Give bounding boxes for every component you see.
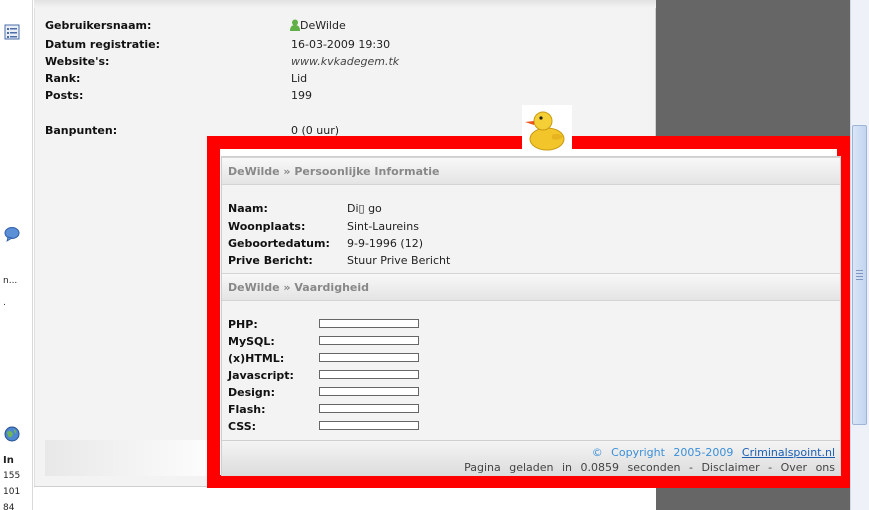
info-value-city: Sint-Laureins <box>347 220 419 233</box>
info-label-name: Naam: <box>228 202 268 215</box>
strip-heading: In <box>3 455 14 466</box>
profile-value-website-link[interactable]: www.kvkadegem.tk <box>291 55 399 68</box>
skill-label-css: CSS: <box>228 420 257 433</box>
disclaimer-link[interactable]: Disclaimer <box>701 461 759 474</box>
skill-label-php: PHP: <box>228 318 258 331</box>
skill-bar-mysql <box>319 336 419 345</box>
separator: - <box>768 461 773 474</box>
skill-bar-javascript <box>319 370 419 379</box>
skill-bar-php <box>319 319 419 328</box>
strip-count: 101 <box>3 487 21 497</box>
strip-text-dot: . <box>3 298 6 308</box>
profile-label-rank: Rank: <box>45 72 81 85</box>
copyright-link[interactable]: Criminalspoint.nl <box>742 446 835 459</box>
skill-bar-css <box>319 421 419 430</box>
left-sidebar-strip: n... . In 155 101 84 <box>0 0 33 510</box>
skill-bar-design <box>319 387 419 396</box>
profile-label-posts: Posts: <box>45 89 84 102</box>
list-icon[interactable] <box>4 24 20 40</box>
scroll-grip <box>856 273 863 274</box>
profile-topbar <box>34 0 656 8</box>
skill-label-xhtml: (x)HTML: <box>228 352 285 365</box>
profile-label-username: Gebruikersnaam: <box>45 19 152 32</box>
duck-avatar <box>522 105 572 153</box>
details-panel <box>221 156 841 476</box>
scroll-grip <box>856 279 863 280</box>
strip-text-truncated: n... <box>3 276 18 286</box>
profile-value-rank: Lid <box>291 72 308 85</box>
load-time-text: Pagina geladen in 0.0859 seconden <box>464 461 681 474</box>
username-text: DeWilde <box>300 19 346 32</box>
speech-bubble-icon[interactable] <box>4 226 20 242</box>
strip-count: 84 <box>3 503 15 510</box>
info-value-birthdate: 9-9-1996 (12) <box>347 237 424 250</box>
scroll-grip <box>856 276 863 277</box>
profile-label-registration: Datum registratie: <box>45 38 161 51</box>
skill-label-mysql: MySQL: <box>228 335 275 348</box>
info-label-birthdate: Geboortedatum: <box>228 237 330 250</box>
about-link[interactable]: Over ons <box>781 461 835 474</box>
skill-label-javascript: Javascript: <box>228 369 294 382</box>
profile-value-posts: 199 <box>291 89 312 102</box>
footer-line: Pagina geladen in 0.0859 seconden - Disc… <box>464 461 835 474</box>
profile-value-registration: 16-03-2009 19:30 <box>291 38 391 51</box>
copyright-line: © Copyright 2005-2009 Criminalspoint.nl <box>592 446 835 459</box>
info-label-city: Woonplaats: <box>228 220 306 233</box>
strip-count: 155 <box>3 471 21 481</box>
copyright-text: © Copyright 2005-2009 <box>591 446 734 459</box>
skill-label-design: Design: <box>228 386 276 399</box>
skill-bar-xhtml <box>319 353 419 362</box>
separator: - <box>688 461 693 474</box>
profile-value-username: DeWilde <box>290 19 346 32</box>
private-message-link[interactable]: Stuur Prive Bericht <box>347 254 450 267</box>
section-title-personal: DeWilde » Persoonlijke Informatie <box>228 165 440 178</box>
scroll-grip <box>856 270 863 271</box>
skill-label-flash: Flash: <box>228 403 266 416</box>
user-icon <box>290 19 300 31</box>
scrollbar-thumb[interactable] <box>852 125 867 425</box>
section-title-skills: DeWilde » Vaardigheid <box>228 281 370 294</box>
info-value-name: Di▯ go <box>347 202 382 215</box>
globe-icon[interactable] <box>4 426 20 442</box>
profile-label-banpoints: Banpunten: <box>45 124 118 137</box>
skill-bar-flash <box>319 404 419 413</box>
info-label-private-message: Prive Bericht: <box>228 254 313 267</box>
profile-label-website: Website's: <box>45 55 110 68</box>
